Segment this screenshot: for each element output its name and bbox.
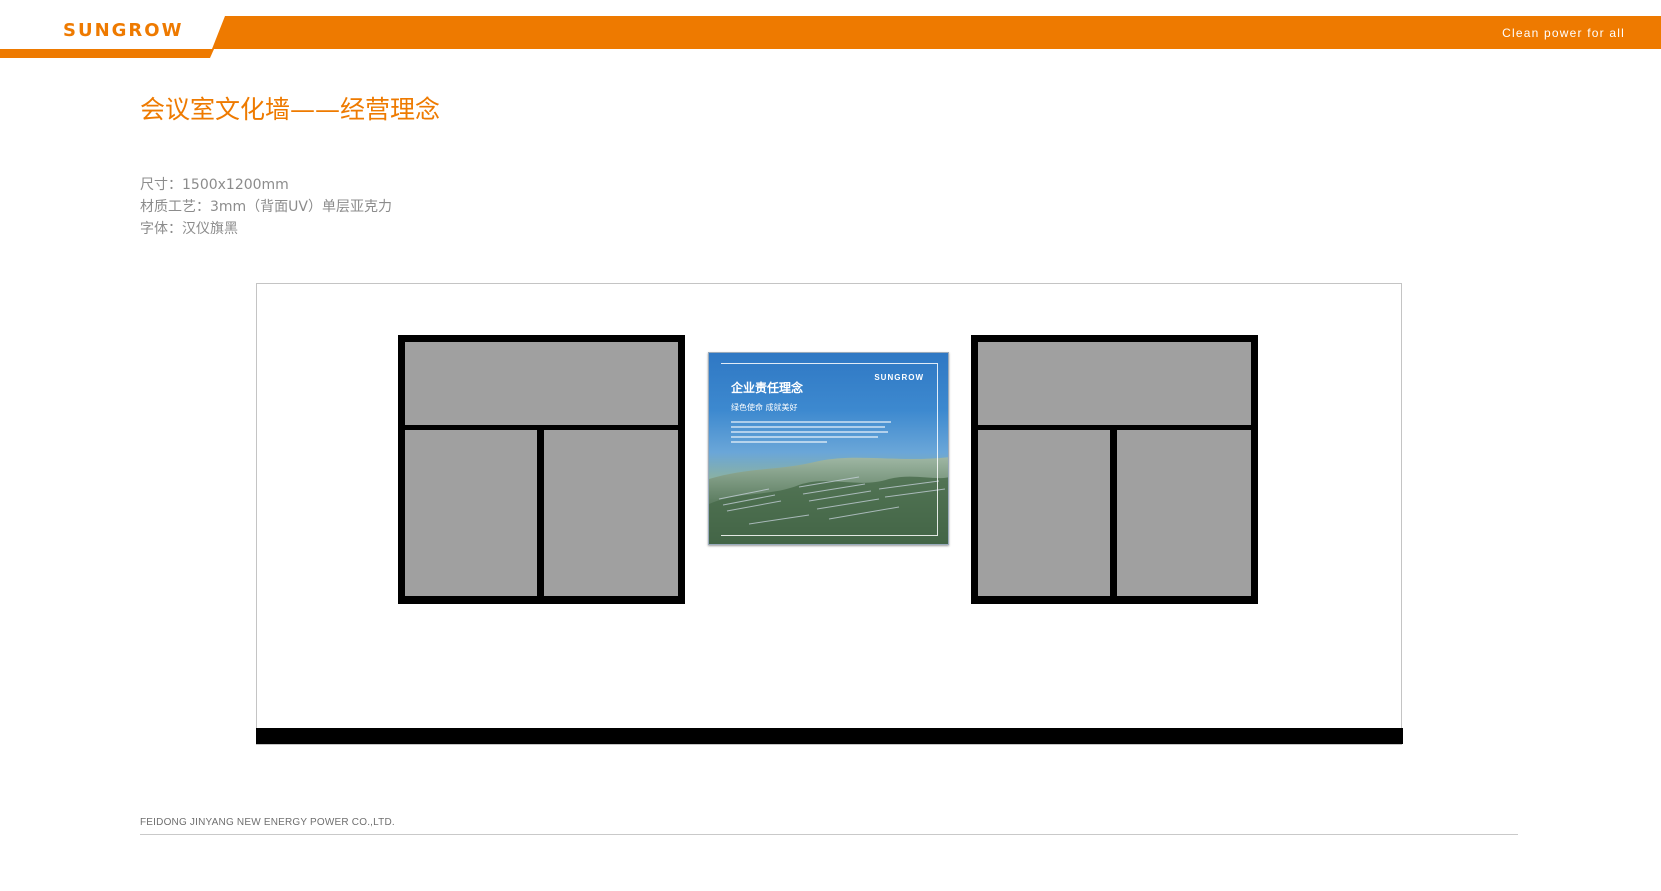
spec-font: 字体：汉仪旗黑 [140, 221, 238, 237]
spec-material: 材质工艺：3mm（背面UV）单层亚克力 [140, 199, 393, 215]
display-frame-left [398, 335, 685, 604]
display-frame-right [971, 335, 1258, 604]
footer-divider [140, 834, 1518, 835]
culture-poster: SUNGROW 企业责任理念 绿色使命 成就美好 [708, 352, 949, 545]
wall-baseboard [256, 728, 1403, 744]
header-band: SUNGROW Clean power for all [0, 0, 1661, 60]
poster-logo: SUNGROW [874, 373, 924, 382]
poster-body-text-lines [731, 421, 891, 446]
footer-company-name: FEIDONG JINYANG NEW ENERGY POWER CO.,LTD… [140, 817, 395, 828]
brand-logo: SUNGROW [63, 20, 184, 41]
frame-pane-bottom-left [405, 430, 537, 596]
spec-size: 尺寸：1500x1200mm [140, 177, 289, 193]
spec-list: 尺寸：1500x1200mm 材质工艺：3mm（背面UV）单层亚克力 字体：汉仪… [140, 174, 392, 240]
brand-tagline: Clean power for all [1502, 26, 1625, 40]
frame-pane-top [405, 342, 678, 425]
poster-title: 企业责任理念 [731, 381, 804, 395]
frame-pane-bottom-left [978, 430, 1110, 596]
poster-subtitle: 绿色使命 成就美好 [731, 403, 798, 412]
frame-pane-bottom-right [1117, 430, 1251, 596]
frame-pane-top [978, 342, 1251, 425]
header-orange-band [0, 16, 1661, 58]
frame-pane-bottom-right [544, 430, 678, 596]
page-title: 会议室文化墙——经营理念 [140, 95, 441, 124]
